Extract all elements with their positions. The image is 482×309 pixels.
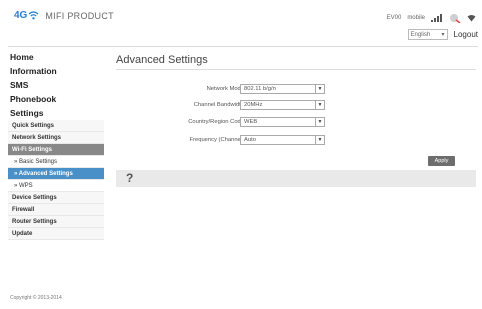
logo: 4G MIFI PRODUCT <box>14 10 114 21</box>
header: 4G MIFI PRODUCT EV00 mobile English ▾ Lo… <box>0 0 482 46</box>
sidebar-item-router-settings[interactable]: Router Settings <box>8 216 104 228</box>
chevron-down-icon: ▼ <box>315 118 324 126</box>
header-divider <box>8 46 478 47</box>
network-mode-row: Network Mode 802.11 b/g/n ▼ <box>116 84 476 94</box>
sidebar: Home Information SMS Phonebook Settings … <box>8 50 104 240</box>
operator-name: EV00 <box>386 15 402 21</box>
nav-settings[interactable]: Settings <box>8 106 104 120</box>
help-icon[interactable]: ? <box>126 171 133 185</box>
sidebar-item-update[interactable]: Update <box>8 228 104 240</box>
apply-button[interactable]: Apply <box>428 156 455 166</box>
sidebar-item-network-settings[interactable]: Network Settings <box>8 132 104 144</box>
country-code-select[interactable]: WEB ▼ <box>240 117 325 127</box>
nav-phonebook[interactable]: Phonebook <box>8 92 104 106</box>
nav-home[interactable]: Home <box>8 50 104 64</box>
logout-link[interactable]: Logout <box>454 30 478 39</box>
network-mode-select[interactable]: 802.11 b/g/n ▼ <box>240 84 325 94</box>
network-mode-value: 802.11 b/g/n <box>244 86 276 92</box>
nav-information[interactable]: Information <box>8 64 104 78</box>
frequency-label: Frequency (Channel) <box>189 137 244 143</box>
wifi-icon <box>28 11 39 20</box>
sidebar-item-quick-settings[interactable]: Quick Settings <box>8 120 104 132</box>
country-code-value: WEB <box>244 119 258 125</box>
sidebar-item-firewall[interactable]: Firewall <box>8 204 104 216</box>
language-select[interactable]: English ▾ <box>407 29 448 40</box>
main-content: Advanced Settings Network Mode 802.11 b/… <box>116 52 476 187</box>
help-bar: ? <box>116 170 476 187</box>
language-row: English ▾ Logout <box>407 29 478 40</box>
channel-bandwidth-select[interactable]: 20MHz ▼ <box>240 100 325 110</box>
country-code-row: Country/Region Code WEB ▼ <box>116 117 476 127</box>
chevron-down-icon: ▾ <box>441 32 445 38</box>
frequency-value: Auto <box>244 137 256 143</box>
product-name: MIFI PRODUCT <box>45 10 114 21</box>
channel-bandwidth-label: Channel Bandwidth <box>193 102 244 108</box>
channel-bandwidth-value: 20MHz <box>244 102 263 108</box>
chevron-down-icon: ▼ <box>315 136 324 144</box>
sidebar-item-wps[interactable]: » WPS <box>8 180 104 192</box>
chevron-down-icon: ▼ <box>315 101 324 109</box>
network-mode-label: Network Mode <box>206 86 244 92</box>
wifi-status-icon <box>467 15 476 22</box>
logo-4g: 4G <box>14 10 28 21</box>
status-bar: EV00 mobile <box>387 13 476 23</box>
country-code-label: Country/Region Code <box>188 119 244 125</box>
page-title: Advanced Settings <box>116 52 476 70</box>
connection-status-icon <box>450 14 461 23</box>
nav-sms[interactable]: SMS <box>8 78 104 92</box>
network-type: mobile <box>407 15 425 21</box>
chevron-down-icon: ▼ <box>315 85 324 93</box>
channel-bandwidth-row: Channel Bandwidth 20MHz ▼ <box>116 100 476 110</box>
language-value: English <box>410 31 431 38</box>
sidebar-item-wifi-settings[interactable]: Wi-Fi Settings <box>8 144 104 156</box>
sidebar-item-device-settings[interactable]: Device Settings <box>8 192 104 204</box>
sidebar-item-advanced-settings[interactable]: » Advanced Settings <box>8 168 104 180</box>
frequency-select[interactable]: Auto ▼ <box>240 135 325 145</box>
frequency-row: Frequency (Channel) Auto ▼ <box>116 135 476 145</box>
copyright: Copyright © 2013-2014 <box>10 295 62 301</box>
signal-icon <box>431 14 442 22</box>
sidebar-item-basic-settings[interactable]: » Basic Settings <box>8 156 104 168</box>
